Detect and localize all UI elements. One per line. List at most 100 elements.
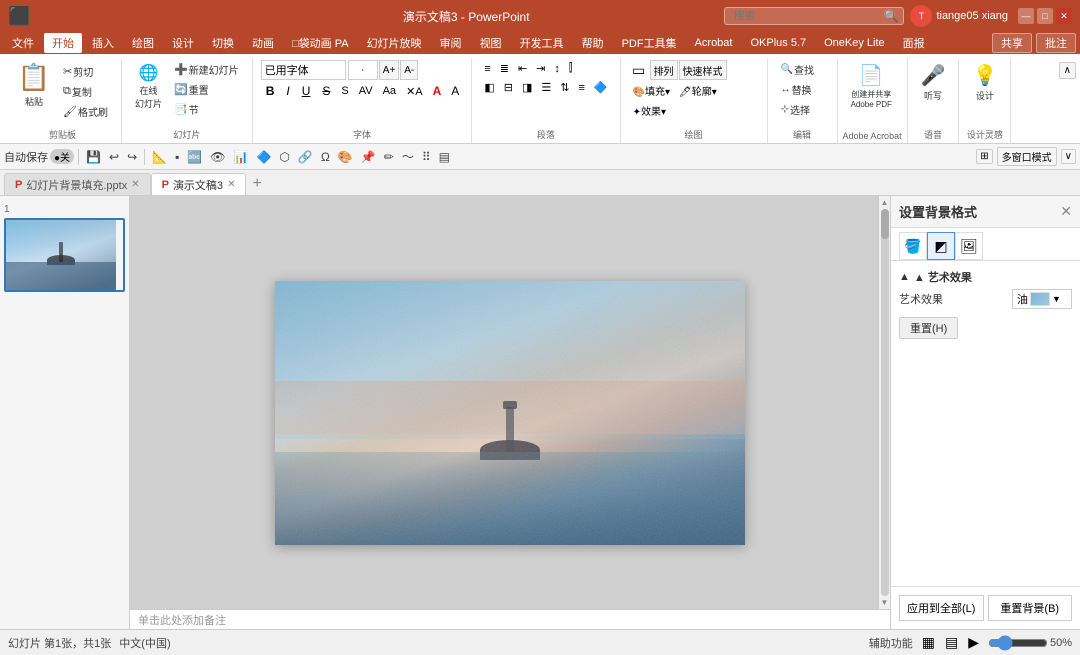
redo-button[interactable]: ↪ — [124, 148, 140, 166]
menu-draw[interactable]: 绘图 — [124, 33, 162, 53]
increase-font-button[interactable]: A+ — [379, 60, 400, 80]
tab-close-2[interactable]: ✕ — [227, 179, 235, 190]
underline-button[interactable]: U — [297, 82, 316, 100]
section-button[interactable]: 📑 节 — [169, 100, 244, 119]
text-case-button[interactable]: Aa — [379, 83, 400, 99]
toolbar-btn16[interactable]: ▤ — [436, 148, 453, 166]
art-effect-dropdown[interactable]: 油 ▼ — [1012, 289, 1072, 309]
align-center-button[interactable]: ⊟ — [500, 79, 517, 96]
find-button[interactable]: 🔍 查找 — [776, 60, 819, 79]
decrease-indent-button[interactable]: ⇤ — [514, 60, 531, 77]
menu-animation[interactable]: 动画 — [244, 33, 282, 53]
close-button[interactable]: ✕ — [1056, 8, 1072, 24]
undo-button[interactable]: ↩ — [106, 148, 122, 166]
toolbar-btn13[interactable]: ✏ — [381, 148, 397, 166]
toolbar-btn11[interactable]: 🎨 — [335, 148, 356, 166]
toolbar-btn3[interactable]: ▪ — [172, 148, 182, 166]
font-size-input[interactable] — [348, 60, 378, 80]
shape-effect-button[interactable]: ✦效果▾ — [629, 101, 670, 120]
menu-transition[interactable]: 切换 — [204, 33, 242, 53]
reset-slide-button[interactable]: 🔄 重置 — [169, 80, 244, 99]
column-button[interactable]: ⫿ — [565, 60, 577, 77]
text-shadow-button[interactable]: S — [337, 83, 352, 99]
reset-button[interactable]: 重置(H) — [899, 317, 958, 339]
toolbar-btn5[interactable]: 👁 — [207, 148, 228, 166]
decrease-font-button[interactable]: A- — [400, 60, 418, 80]
menu-acrobat[interactable]: Acrobat — [687, 35, 741, 51]
new-slide-button[interactable]: ➕ 新建幻灯片 — [169, 60, 244, 79]
panel-close-button[interactable]: ✕ — [1060, 203, 1072, 220]
canvas-scrollbar[interactable]: ▲ ▼ — [878, 196, 890, 609]
char-spacing-button[interactable]: AV — [355, 83, 377, 99]
menu-slideshow2[interactable]: 幻灯片放映 — [359, 33, 430, 53]
menu-file[interactable]: 文件 — [4, 33, 42, 53]
panel-tab-image[interactable]: 🖼 — [955, 232, 983, 260]
ribbon-expand-button[interactable]: ∧ — [1059, 62, 1076, 79]
menu-help[interactable]: 帮助 — [574, 33, 612, 53]
select-button[interactable]: ⊹ 选择 — [776, 100, 819, 119]
clear-format-button[interactable]: ✕A — [402, 83, 427, 100]
align-text-button[interactable]: ≡ — [574, 80, 588, 96]
paste-button[interactable]: 📋 粘贴 — [12, 60, 56, 110]
menu-design[interactable]: 设计 — [164, 33, 202, 53]
increase-indent-button[interactable]: ⇥ — [532, 60, 549, 77]
toolbar-btn8[interactable]: ⬡ — [276, 148, 292, 166]
list-number-button[interactable]: ≣ — [496, 60, 513, 77]
comment-button[interactable]: 批注 — [1036, 33, 1076, 53]
collapse-ribbon-button[interactable]: ∨ — [1061, 149, 1076, 164]
adobe-pdf-button[interactable]: 📄 创建并共享Adobe PDF — [846, 60, 897, 112]
italic-button[interactable]: I — [281, 82, 294, 100]
shape-fill-button[interactable]: 🎨填充▾ — [629, 81, 674, 100]
panel-tab-effect[interactable]: ◩ — [927, 232, 955, 260]
toolbar-btn6[interactable]: 📊 — [231, 148, 252, 166]
collapse-panel-button[interactable]: ⊞ — [976, 149, 992, 164]
align-left-button[interactable]: ◧ — [480, 79, 498, 96]
notes-area[interactable]: 单击此处添加备注 — [130, 609, 890, 629]
replace-button[interactable]: ↔ 替换 — [776, 80, 819, 99]
list-bullet-button[interactable]: ≡ — [480, 61, 494, 77]
toolbar-btn12[interactable]: 📌 — [358, 148, 379, 166]
align-right-button[interactable]: ◨ — [518, 79, 536, 96]
shape-outline-button[interactable]: 🖊轮廓▾ — [675, 81, 721, 100]
maximize-button[interactable]: □ — [1037, 8, 1053, 24]
online-slide-button[interactable]: 🌐 在线幻灯片 — [130, 60, 167, 113]
menu-pdf[interactable]: PDF工具集 — [614, 33, 685, 53]
dictate-button[interactable]: 🎤 听写 — [916, 60, 951, 105]
save-toolbar-button[interactable]: 💾 — [83, 148, 104, 166]
line-spacing-button[interactable]: ↕ — [550, 61, 564, 77]
minimize-button[interactable]: — — [1018, 8, 1034, 24]
toolbar-btn14[interactable]: 〜 — [399, 146, 417, 167]
justify-button[interactable]: ☰ — [537, 79, 555, 96]
menu-developer[interactable]: 开发工具 — [512, 33, 572, 53]
view-slide-button[interactable]: ▤ — [944, 633, 959, 652]
multi-window-button[interactable]: 多窗口模式 — [997, 147, 1057, 166]
share-button[interactable]: 共享 — [992, 33, 1032, 53]
highlight-button[interactable]: A — [447, 82, 463, 100]
view-normal-button[interactable]: ▦ — [921, 633, 936, 652]
slide-thumbnail-1[interactable] — [4, 218, 125, 292]
shape-button[interactable]: ▭ — [629, 60, 649, 80]
toolbar-btn9[interactable]: 🔗 — [295, 148, 316, 166]
arrange-button[interactable]: 排列 — [650, 60, 678, 80]
menu-review[interactable]: 审阅 — [432, 33, 470, 53]
menu-view[interactable]: 视图 — [472, 33, 510, 53]
menu-home[interactable]: 开始 — [44, 33, 82, 53]
font-color-button[interactable]: A — [429, 82, 446, 100]
panel-tab-fill[interactable]: 🪣 — [899, 232, 927, 260]
format-painter-button[interactable]: 🖌 格式刷 — [58, 102, 113, 121]
cut-button[interactable]: ✂ 剪切 — [58, 62, 113, 81]
view-slideshow-button[interactable]: ▶ — [967, 633, 980, 652]
tab-add-button[interactable]: + — [246, 173, 267, 195]
strikethrough-button[interactable]: S — [317, 82, 335, 100]
tab-file2[interactable]: P 演示文稿3 ✕ — [151, 173, 247, 195]
menu-insert[interactable]: 插入 — [84, 33, 122, 53]
quick-styles-button[interactable]: 快速样式 — [679, 60, 727, 80]
menu-onekey[interactable]: OneKey Lite — [816, 35, 893, 51]
design-ideas-button[interactable]: 💡 设计 — [967, 60, 1002, 105]
tab-close-1[interactable]: ✕ — [131, 179, 139, 190]
text-direction-button[interactable]: ⇅ — [556, 79, 573, 96]
menu-ok[interactable]: OKPlus 5.7 — [742, 35, 814, 51]
apply-all-button[interactable]: 应用到全部(L) — [899, 595, 984, 621]
auto-save-toggle[interactable]: ●关 — [50, 149, 74, 164]
copy-button[interactable]: ⧉ 复制 — [58, 82, 113, 101]
